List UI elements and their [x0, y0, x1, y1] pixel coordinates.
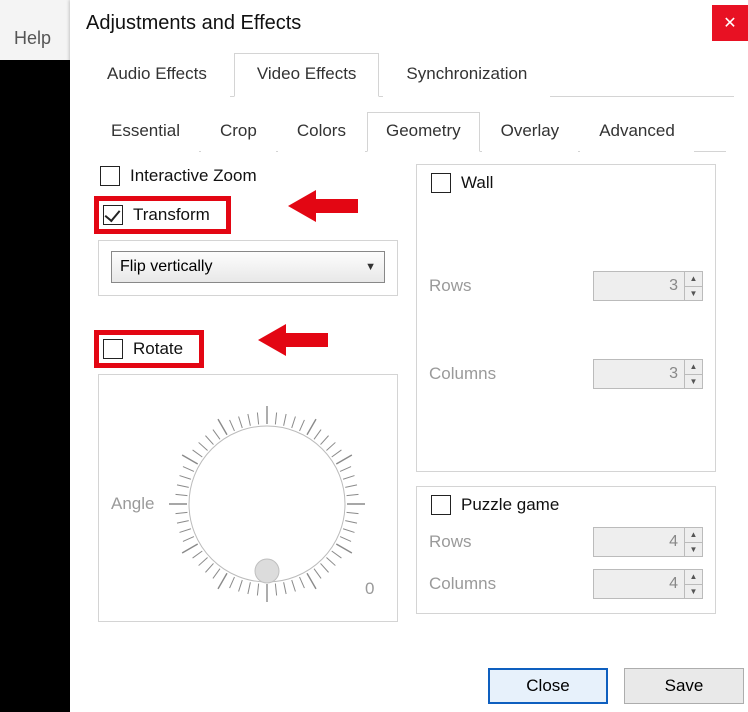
puzzle-rows-spinbox[interactable]: 4 ▲▼: [593, 527, 703, 557]
wall-columns-value: 3: [594, 365, 684, 383]
adjustments-effects-dialog: Adjustments and Effects ✕ Audio Effects …: [70, 0, 748, 712]
transform-label: Transform: [133, 205, 210, 225]
transform-group: Flip vertically ▼: [98, 240, 398, 296]
chevron-down-icon: ▼: [365, 261, 376, 273]
puzzle-group: Puzzle game Rows 4 ▲▼ Columns 4 ▲▼: [416, 486, 716, 614]
title-bar: Adjustments and Effects ✕: [70, 0, 748, 46]
spin-up-icon[interactable]: ▲: [685, 272, 702, 287]
rotate-checkbox[interactable]: [103, 339, 123, 359]
interactive-zoom-label: Interactive Zoom: [130, 166, 257, 186]
dialog-footer: Close Save: [70, 658, 748, 712]
rotate-label: Rotate: [133, 339, 183, 359]
spin-up-icon[interactable]: ▲: [685, 360, 702, 375]
subtab-advanced[interactable]: Advanced: [580, 112, 694, 152]
dialog-title: Adjustments and Effects: [86, 12, 712, 35]
interactive-zoom-row: Interactive Zoom: [100, 166, 398, 186]
subtab-crop[interactable]: Crop: [201, 112, 276, 152]
transform-mode-dropdown[interactable]: Flip vertically ▼: [111, 251, 385, 283]
puzzle-columns-value: 4: [594, 575, 684, 593]
spin-down-icon[interactable]: ▼: [685, 375, 702, 389]
spin-down-icon[interactable]: ▼: [685, 287, 702, 301]
puzzle-rows-value: 4: [594, 533, 684, 551]
help-menu[interactable]: Help: [0, 0, 70, 60]
spin-down-icon[interactable]: ▼: [685, 585, 702, 599]
wall-group: Wall Rows 3 ▲▼ Columns 3 ▲▼: [416, 164, 716, 472]
spin-down-icon[interactable]: ▼: [685, 543, 702, 557]
subtab-essential[interactable]: Essential: [92, 112, 199, 152]
subtab-colors[interactable]: Colors: [278, 112, 365, 152]
wall-rows-label: Rows: [429, 276, 472, 296]
sub-tabs: Essential Crop Colors Geometry Overlay A…: [92, 111, 726, 152]
wall-columns-spinbox[interactable]: 3 ▲▼: [593, 359, 703, 389]
wall-checkbox[interactable]: [431, 173, 451, 193]
rotate-highlight: Rotate: [94, 330, 204, 368]
save-button[interactable]: Save: [624, 668, 744, 704]
wall-columns-label: Columns: [429, 364, 496, 384]
subtab-overlay[interactable]: Overlay: [482, 112, 579, 152]
spin-up-icon[interactable]: ▲: [685, 528, 702, 543]
window-close-button[interactable]: ✕: [712, 5, 748, 41]
transform-highlight: Transform: [94, 196, 231, 234]
tab-video-effects[interactable]: Video Effects: [234, 53, 380, 97]
puzzle-label: Puzzle game: [461, 495, 559, 515]
tab-audio-effects[interactable]: Audio Effects: [84, 53, 230, 97]
rotate-group: Angle 0: [98, 374, 398, 622]
angle-dial[interactable]: 0: [162, 399, 372, 609]
transform-checkbox[interactable]: [103, 205, 123, 225]
spin-up-icon[interactable]: ▲: [685, 570, 702, 585]
arrow-annotation-icon: [258, 322, 328, 358]
puzzle-columns-spinbox[interactable]: 4 ▲▼: [593, 569, 703, 599]
wall-label: Wall: [461, 173, 493, 193]
wall-rows-value: 3: [594, 277, 684, 295]
main-tabs: Audio Effects Video Effects Synchronizat…: [84, 52, 734, 97]
angle-zero-label: 0: [365, 579, 374, 599]
puzzle-checkbox[interactable]: [431, 495, 451, 515]
arrow-annotation-icon: [288, 188, 358, 224]
angle-label: Angle: [111, 494, 154, 514]
close-button[interactable]: Close: [488, 668, 608, 704]
tab-synchronization[interactable]: Synchronization: [383, 53, 550, 97]
geometry-panel: Interactive Zoom Transform: [92, 152, 726, 712]
transform-mode-value: Flip vertically: [120, 258, 212, 276]
subtab-geometry[interactable]: Geometry: [367, 112, 480, 152]
wall-rows-spinbox[interactable]: 3 ▲▼: [593, 271, 703, 301]
interactive-zoom-checkbox[interactable]: [100, 166, 120, 186]
puzzle-rows-label: Rows: [429, 532, 472, 552]
puzzle-columns-label: Columns: [429, 574, 496, 594]
close-icon: ✕: [723, 13, 736, 33]
